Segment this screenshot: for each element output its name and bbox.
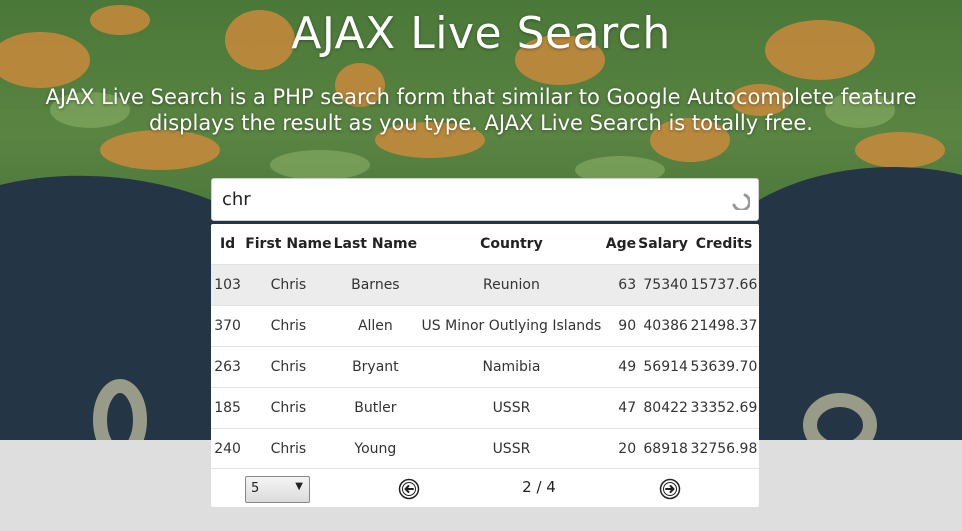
cell-id: 185 bbox=[211, 386, 245, 428]
column-header-age[interactable]: Age bbox=[605, 224, 637, 264]
cell-first-name: Chris bbox=[244, 386, 333, 428]
cell-age: 90 bbox=[604, 304, 638, 346]
rows-per-page-select[interactable]: 5 ▼ bbox=[245, 476, 310, 503]
column-header-credits[interactable]: Credits bbox=[689, 224, 759, 264]
search-input[interactable] bbox=[212, 179, 722, 220]
cell-first-name: Chris bbox=[244, 427, 333, 469]
table-header-row: Id First Name Last Name Country Age Sala… bbox=[211, 224, 759, 264]
pagination-bar: 5 ▼ 2 / 4 bbox=[211, 468, 759, 507]
cell-country: USSR bbox=[418, 386, 605, 428]
cell-country: Reunion bbox=[418, 263, 605, 305]
cell-country: USSR bbox=[418, 427, 605, 469]
cell-credits: 15737.66 bbox=[688, 263, 759, 305]
cell-salary: 40386 bbox=[637, 304, 689, 346]
cell-salary: 80422 bbox=[637, 386, 689, 428]
column-header-salary[interactable]: Salary bbox=[637, 224, 689, 264]
cell-id: 240 bbox=[211, 427, 245, 469]
column-header-last-name[interactable]: Last Name bbox=[333, 224, 419, 264]
cell-credits: 53639.70 bbox=[688, 345, 759, 387]
cell-country: Namibia bbox=[418, 345, 605, 387]
page-title: AJAX Live Search bbox=[291, 8, 671, 59]
rows-per-page-value: 5 bbox=[251, 481, 260, 496]
cell-salary: 68918 bbox=[637, 427, 689, 469]
page-indicator: 2 / 4 bbox=[522, 478, 556, 496]
arrow-right-circle-icon[interactable] bbox=[659, 478, 681, 500]
cell-credits: 32756.98 bbox=[688, 427, 759, 469]
results-table: Id First Name Last Name Country Age Sala… bbox=[211, 224, 759, 469]
column-header-first-name[interactable]: First Name bbox=[244, 224, 332, 264]
cell-first-name: Chris bbox=[244, 304, 333, 346]
cell-last-name: Barnes bbox=[332, 263, 419, 305]
cell-age: 63 bbox=[604, 263, 638, 305]
column-header-id[interactable]: Id bbox=[211, 224, 244, 264]
cell-first-name: Chris bbox=[244, 263, 333, 305]
cell-credits: 33352.69 bbox=[688, 386, 759, 428]
table-row[interactable]: 370 Chris Allen US Minor Outlying Island… bbox=[211, 304, 759, 346]
cell-last-name: Bryant bbox=[332, 345, 419, 387]
dropdown-caret-icon: ▼ bbox=[295, 481, 303, 492]
cell-id: 263 bbox=[211, 345, 245, 387]
page-subtitle: AJAX Live Search is a PHP search form th… bbox=[45, 85, 917, 135]
cell-first-name: Chris bbox=[244, 345, 333, 387]
arrow-left-circle-icon[interactable] bbox=[398, 478, 420, 500]
cell-age: 47 bbox=[604, 386, 638, 428]
cell-id: 370 bbox=[211, 304, 245, 346]
cell-id: 103 bbox=[211, 263, 245, 305]
cell-salary: 56914 bbox=[637, 345, 689, 387]
table-row[interactable]: 263 Chris Bryant Namibia 49 56914 53639.… bbox=[211, 345, 759, 387]
search-box bbox=[211, 178, 759, 221]
cell-credits: 21498.37 bbox=[688, 304, 759, 346]
search-results-panel: Id First Name Last Name Country Age Sala… bbox=[211, 224, 759, 507]
cell-country: US Minor Outlying Islands bbox=[418, 304, 605, 346]
cell-salary: 75340 bbox=[637, 263, 689, 305]
column-header-country[interactable]: Country bbox=[418, 224, 605, 264]
table-row[interactable]: 240 Chris Young USSR 20 68918 32756.98 bbox=[211, 427, 759, 469]
spinner-icon bbox=[732, 193, 750, 210]
table-row[interactable]: 103 Chris Barnes Reunion 63 75340 15737.… bbox=[211, 263, 759, 305]
cell-age: 49 bbox=[604, 345, 638, 387]
cell-last-name: Butler bbox=[332, 386, 419, 428]
table-row[interactable]: 185 Chris Butler USSR 47 80422 33352.69 bbox=[211, 386, 759, 428]
cell-last-name: Young bbox=[332, 427, 419, 469]
cell-last-name: Allen bbox=[332, 304, 419, 346]
cell-age: 20 bbox=[604, 427, 638, 469]
